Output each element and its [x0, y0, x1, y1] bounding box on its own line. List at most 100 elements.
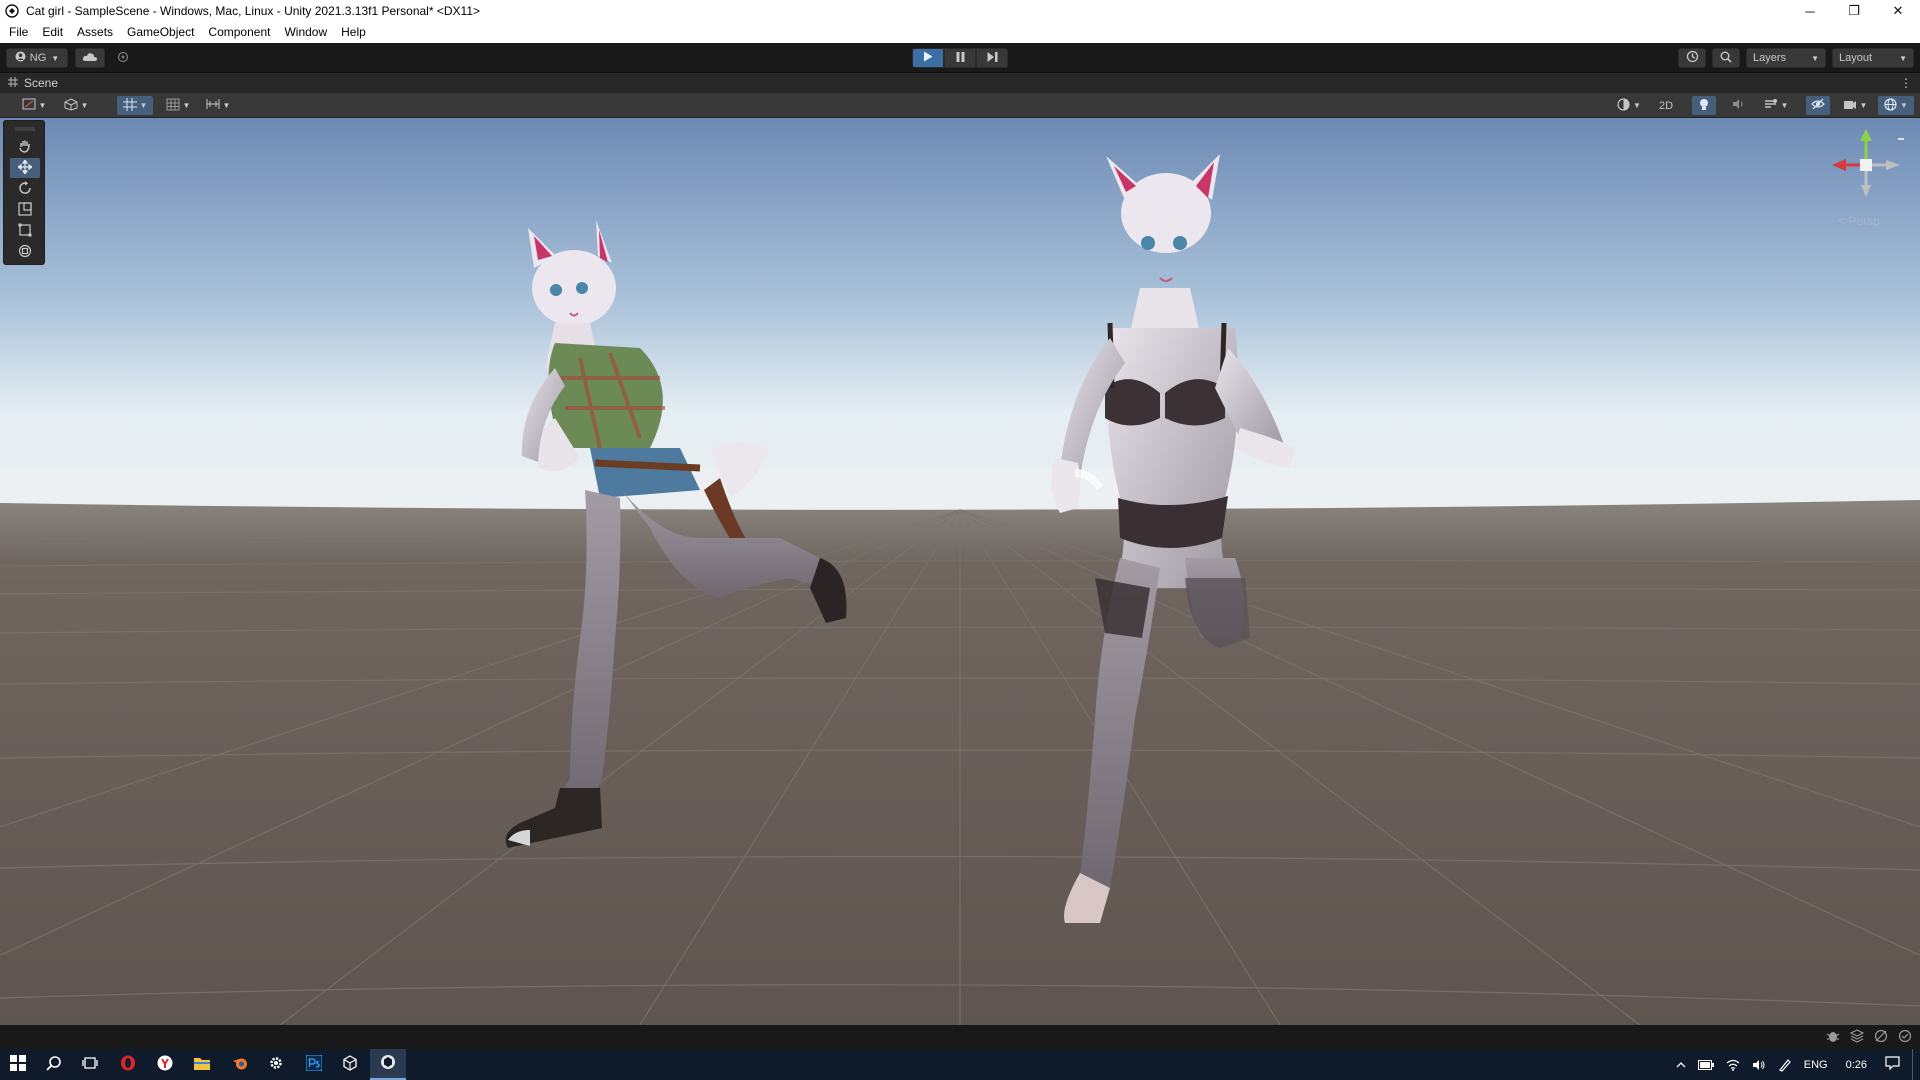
transform-tool-palette [3, 120, 45, 265]
bug-icon[interactable] [1826, 1029, 1840, 1046]
taskbar-blender[interactable] [222, 1049, 258, 1080]
snap-increment-icon [206, 98, 220, 113]
light-bulb-icon [1699, 98, 1709, 114]
check-circle-icon[interactable] [1898, 1029, 1912, 1046]
clock[interactable]: 0:26 [1834, 1059, 1879, 1071]
chevron-down-icon: ▼ [1899, 53, 1907, 63]
taskbar-photoshop[interactable] [296, 1049, 332, 1080]
chevron-down-icon: ▼ [182, 101, 191, 110]
lighting-toggle[interactable] [1692, 96, 1716, 115]
language-indicator[interactable]: ENG [1798, 1059, 1834, 1071]
file-explorer-icon [194, 1056, 210, 1073]
gizmo-y-axis[interactable] [1860, 129, 1872, 141]
taskbar-settings[interactable] [258, 1049, 294, 1080]
hand-tool-icon [18, 139, 32, 156]
pause-button[interactable] [944, 48, 976, 68]
palette-drag-handle[interactable] [10, 125, 40, 133]
scene-tab-bar: Scene ⋮ [0, 73, 1920, 93]
start-button[interactable] [0, 1049, 36, 1080]
rotate-tool-icon [18, 180, 32, 198]
play-button[interactable] [912, 48, 944, 68]
taskbar-unity-editor[interactable] [370, 1049, 406, 1080]
taskbar-yandex[interactable] [147, 1049, 183, 1080]
blender-icon [232, 1055, 248, 1074]
layers-dropdown[interactable]: Layers ▼ [1746, 48, 1826, 68]
account-dropdown[interactable]: NG ▼ [6, 48, 68, 68]
minimize-button[interactable]: ─ [1788, 0, 1832, 22]
opera-icon [120, 1055, 136, 1074]
cube-icon [64, 97, 78, 114]
volume-icon[interactable] [1746, 1059, 1772, 1071]
effects-dropdown[interactable]: ▼ [1756, 96, 1796, 115]
menu-file[interactable]: File [2, 22, 35, 43]
chevron-down-icon: ▼ [1811, 53, 1819, 63]
scene-render [0, 118, 1920, 1025]
menu-gameobject[interactable]: GameObject [120, 22, 201, 43]
render-mode-dropdown[interactable]: ▼ [58, 96, 94, 115]
wifi-icon[interactable] [1720, 1059, 1746, 1071]
play-icon [923, 51, 933, 65]
grid-snap-icon [122, 97, 137, 114]
projection-label[interactable]: < Persp [1838, 214, 1880, 228]
step-button[interactable] [976, 48, 1008, 68]
chevron-down-icon: ▼ [80, 101, 89, 110]
taskbar-search-button[interactable] [36, 1049, 72, 1080]
camera-settings-dropdown[interactable]: ▼ [1838, 96, 1872, 115]
menu-help[interactable]: Help [334, 22, 373, 43]
taskbar-opera[interactable] [110, 1049, 146, 1080]
menu-edit[interactable]: Edit [35, 22, 70, 43]
grid-snapping-toggle[interactable]: ▼ [117, 96, 153, 115]
rect-tool-icon [18, 223, 32, 240]
rotate-tool-button[interactable] [10, 179, 40, 199]
gizmo-center[interactable] [1860, 159, 1872, 171]
unity-editor-icon [380, 1054, 396, 1073]
stack-icon[interactable] [1849, 1029, 1865, 1046]
search-button[interactable] [1712, 48, 1740, 68]
collab-button[interactable] [110, 48, 136, 68]
history-icon [1686, 50, 1699, 66]
move-tool-button[interactable] [10, 158, 40, 178]
toggle-2d-button[interactable]: 2D [1652, 96, 1680, 115]
eye-slash-icon [1811, 98, 1825, 113]
battery-icon[interactable] [1692, 1059, 1720, 1070]
taskbar-search-icon [46, 1055, 62, 1074]
show-desktop-button[interactable] [1912, 1049, 1920, 1080]
transform-tool-icon [18, 244, 32, 261]
rect-tool-button[interactable] [10, 221, 40, 241]
grid-visibility-dropdown[interactable]: ▼ [160, 96, 196, 115]
sphere-shading-icon [1617, 97, 1630, 114]
shading-dropdown[interactable]: ▼ [1610, 96, 1648, 115]
account-label: NG [29, 52, 47, 64]
account-icon [15, 51, 26, 65]
taskbar-unity-hub[interactable] [332, 1049, 368, 1080]
draw-mode-dropdown[interactable]: ▼ [16, 96, 52, 115]
chevron-up-icon[interactable] [1670, 1061, 1692, 1068]
menu-assets[interactable]: Assets [70, 22, 120, 43]
menu-bar: File Edit Assets GameObject Component Wi… [0, 22, 1920, 43]
increment-snapping-dropdown[interactable]: ▼ [200, 96, 236, 115]
more-options-icon[interactable]: ⋮ [1900, 76, 1912, 90]
taskbar-file-explorer[interactable] [184, 1049, 220, 1080]
cloud-button[interactable] [75, 48, 105, 68]
gizmo-x-axis[interactable] [1832, 159, 1846, 171]
restore-button[interactable]: ❐ [1832, 0, 1876, 22]
layout-dropdown[interactable]: Layout ▼ [1832, 48, 1914, 68]
tab-scene[interactable]: Scene [0, 76, 58, 90]
scale-tool-button[interactable] [10, 200, 40, 220]
action-center-button[interactable] [1879, 1056, 1906, 1073]
menu-component[interactable]: Component [201, 22, 277, 43]
transform-tool-button[interactable] [10, 242, 40, 262]
audio-toggle[interactable] [1726, 96, 1750, 115]
gizmos-dropdown[interactable]: ▼ [1878, 96, 1914, 115]
hidden-objects-toggle[interactable] [1806, 96, 1830, 115]
undo-history-button[interactable] [1678, 48, 1706, 68]
menu-window[interactable]: Window [277, 22, 334, 43]
pen-icon[interactable] [1772, 1058, 1798, 1072]
move-tool-icon [16, 158, 34, 177]
close-button[interactable]: ✕ [1876, 0, 1920, 22]
network-icon[interactable] [1874, 1029, 1888, 1046]
task-view-button[interactable] [72, 1049, 108, 1080]
main-toolbar: NG ▼ Layers ▼ Layout ▼ [0, 43, 1920, 73]
hand-tool-button[interactable] [10, 137, 40, 157]
scene-viewport[interactable] [0, 118, 1920, 1025]
